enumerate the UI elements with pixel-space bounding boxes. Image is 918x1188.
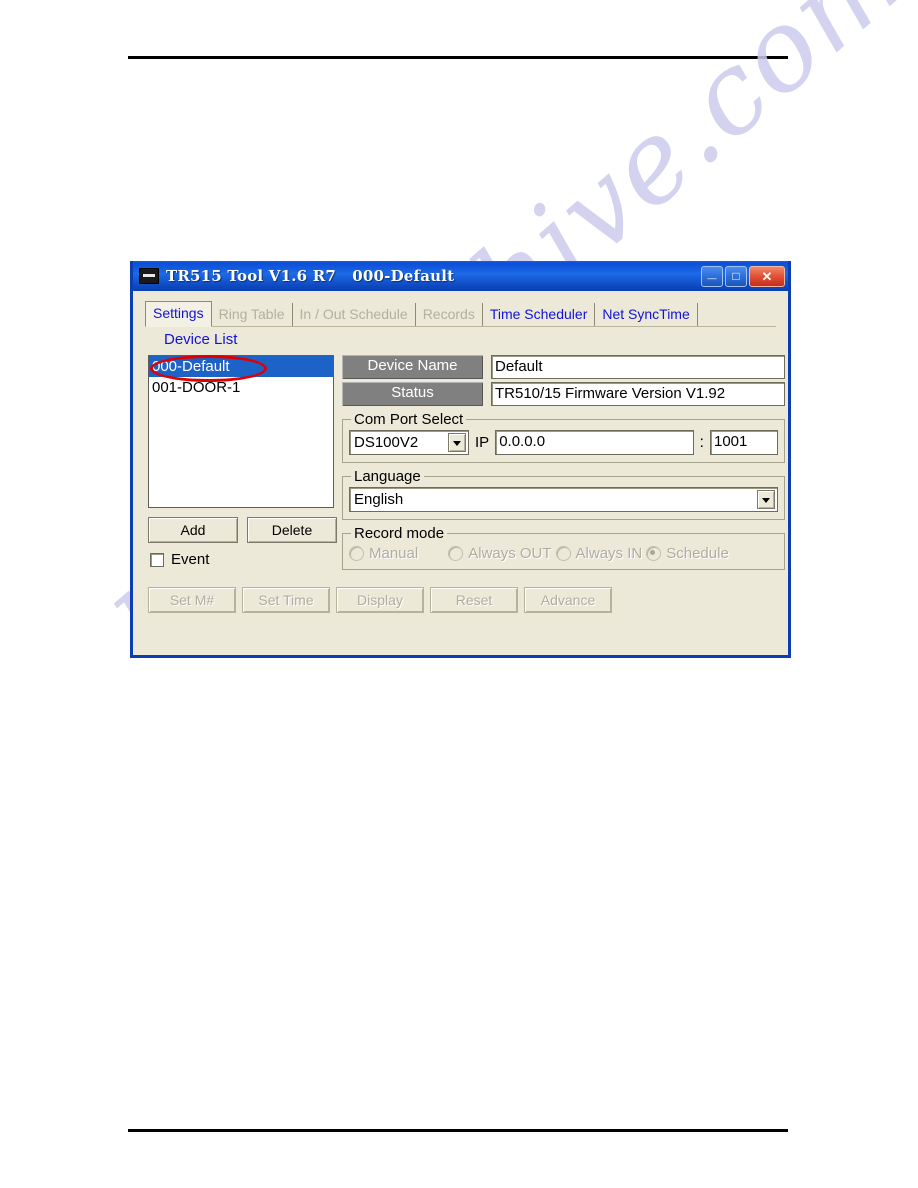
delete-button[interactable]: Delete	[247, 517, 337, 543]
tab-time-scheduler[interactable]: Time Scheduler	[483, 303, 596, 326]
status-field: TR510/15 Firmware Version V1.92	[491, 382, 785, 406]
event-checkbox-row[interactable]: Event	[150, 551, 209, 568]
close-icon: ✕	[761, 268, 773, 284]
close-button[interactable]: ✕	[749, 265, 785, 287]
window-title-bar[interactable]: TR515 Tool V1.6 R7 000-Default _ □ ✕	[133, 261, 788, 291]
maximize-button[interactable]: □	[725, 265, 747, 287]
radio-always-out: Always OUT	[448, 545, 552, 562]
settings-right-column: Device Name Default Status TR510/15 Firm…	[342, 355, 785, 570]
language-group-label: Language	[354, 468, 421, 485]
com-port-group-label: Com Port Select	[354, 411, 464, 428]
com-port-select[interactable]: DS100V2	[349, 430, 469, 455]
advance-button: Advance	[524, 587, 612, 613]
port-separator: :	[699, 433, 704, 451]
device-icon	[139, 268, 159, 284]
window-controls: _ □ ✕	[701, 263, 785, 287]
minimize-icon: _	[707, 263, 717, 281]
record-mode-group-label: Record mode	[354, 525, 445, 542]
status-row: Status TR510/15 Firmware Version V1.92	[342, 382, 785, 406]
add-button[interactable]: Add	[148, 517, 238, 543]
com-port-row: DS100V2 IP 0.0.0.0 : 1001	[349, 430, 778, 455]
radio-always-in: Always IN	[555, 545, 643, 562]
radio-manual-label: Manual	[369, 545, 419, 562]
ip-input[interactable]: 0.0.0.0	[495, 430, 694, 455]
tab-in-out-schedule: In / Out Schedule	[293, 303, 416, 326]
tab-net-synctime[interactable]: Net SyncTime	[595, 303, 698, 326]
event-label: Event	[171, 551, 210, 568]
record-mode-group: Record mode Manual Always OUT Always IN …	[342, 525, 785, 570]
reset-button: Reset	[430, 587, 518, 613]
display-button: Display	[336, 587, 424, 613]
device-name-button[interactable]: Device Name	[342, 355, 483, 379]
page-footer-rule	[128, 1129, 788, 1132]
radio-schedule: Schedule	[646, 545, 729, 562]
minimize-button[interactable]: _	[701, 263, 723, 287]
com-port-value: DS100V2	[354, 434, 419, 451]
device-list[interactable]: 000-Default 001-DOOR-1	[148, 355, 334, 508]
radio-icon	[555, 546, 571, 561]
radio-always-in-label: Always IN	[575, 545, 643, 562]
window-client-area: Settings Ring Table In / Out Schedule Re…	[136, 293, 785, 652]
tab-ring-table: Ring Table	[212, 303, 293, 326]
device-list-label: Device List	[164, 331, 238, 348]
window-title: TR515 Tool V1.6 R7 000-Default	[166, 267, 455, 285]
settings-panel: Device List 000-Default 001-DOOR-1 Add D…	[142, 331, 785, 706]
ip-label: IP	[475, 434, 490, 451]
chevron-down-icon[interactable]	[757, 490, 775, 509]
radio-manual: Manual	[349, 545, 418, 562]
chevron-down-icon[interactable]	[448, 433, 466, 452]
radio-icon-selected	[646, 546, 662, 561]
radio-icon	[349, 546, 364, 561]
port-input[interactable]: 1001	[710, 430, 778, 455]
device-name-row: Device Name Default	[342, 355, 785, 379]
com-port-group: Com Port Select DS100V2 IP 0.0.0.0 : 100…	[342, 411, 785, 463]
tab-settings[interactable]: Settings	[145, 301, 212, 327]
action-button-row: Set M# Set Time Display Reset Advance	[148, 587, 612, 613]
radio-schedule-label: Schedule	[666, 545, 729, 562]
language-value: English	[354, 491, 404, 508]
radio-always-out-label: Always OUT	[468, 545, 552, 562]
radio-icon	[448, 546, 464, 561]
record-mode-options: Manual Always OUT Always IN Schedule	[349, 544, 778, 562]
language-select[interactable]: English	[349, 487, 778, 512]
language-group: Language English	[342, 468, 785, 520]
device-name-field[interactable]: Default	[491, 355, 785, 379]
set-mnum-button: Set M#	[148, 587, 236, 613]
maximize-icon: □	[732, 268, 740, 283]
event-checkbox[interactable]	[150, 552, 164, 567]
status-button[interactable]: Status	[342, 382, 483, 406]
tab-records: Records	[416, 303, 483, 326]
tab-strip: Settings Ring Table In / Out Schedule Re…	[145, 300, 776, 327]
set-time-button: Set Time	[242, 587, 330, 613]
list-item[interactable]: 001-DOOR-1	[149, 377, 333, 398]
tr515-tool-window: TR515 Tool V1.6 R7 000-Default _ □ ✕ Set…	[130, 261, 791, 658]
page-header-rule	[128, 56, 788, 59]
list-item[interactable]: 000-Default	[149, 356, 333, 377]
